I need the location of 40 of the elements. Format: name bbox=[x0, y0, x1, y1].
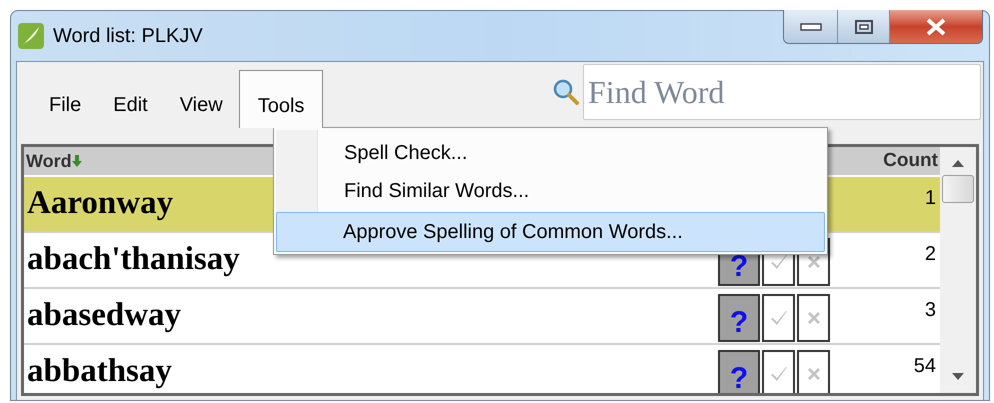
minimize-button[interactable] bbox=[784, 10, 838, 43]
scrollbar-thumb[interactable] bbox=[942, 175, 974, 203]
count-cell-text: 1 bbox=[924, 186, 937, 211]
menu-item[interactable]: Edit bbox=[97, 70, 164, 128]
search-field[interactable]: Find Word bbox=[583, 64, 981, 120]
count-cell-text: 54 bbox=[912, 354, 937, 379]
sort-arrow-icon bbox=[72, 155, 82, 167]
maximize-icon bbox=[854, 18, 874, 34]
window-title: Word list: PLKJV bbox=[53, 24, 203, 49]
approve-button[interactable] bbox=[762, 294, 795, 342]
column-header[interactable]: Word bbox=[24, 148, 72, 174]
x-icon bbox=[808, 368, 820, 380]
menu-item[interactable]: File bbox=[33, 70, 98, 128]
reject-button[interactable] bbox=[797, 294, 830, 342]
word-cell-text: abach'thanisay bbox=[26, 240, 240, 280]
check-icon bbox=[770, 367, 786, 381]
word-cell-text: abasedway bbox=[26, 296, 182, 336]
reject-button[interactable] bbox=[797, 350, 830, 393]
search-icon bbox=[551, 77, 581, 107]
menu-option[interactable]: Approve Spelling of Common Words... bbox=[276, 212, 825, 252]
menu-item[interactable]: Tools bbox=[238, 70, 324, 128]
close-icon bbox=[924, 18, 948, 36]
menu-option[interactable]: Find Similar Words... bbox=[276, 172, 825, 210]
minimize-icon bbox=[800, 22, 822, 32]
maximize-button[interactable] bbox=[838, 10, 890, 43]
scroll-down-icon[interactable] bbox=[952, 373, 964, 381]
count-cell-text: 3 bbox=[924, 298, 937, 323]
approve-button[interactable] bbox=[762, 350, 795, 393]
x-icon bbox=[808, 256, 820, 268]
quill-icon bbox=[17, 22, 45, 50]
word-cell-text: Aaronway bbox=[26, 184, 174, 224]
close-button[interactable] bbox=[890, 10, 982, 43]
column-header[interactable]: Count bbox=[883, 147, 940, 176]
word-cell-text: abbathsay bbox=[26, 352, 172, 392]
count-cell-text: 2 bbox=[924, 242, 937, 267]
x-icon bbox=[808, 312, 820, 324]
menu-option[interactable]: Spell Check... bbox=[276, 134, 825, 172]
menu-item[interactable]: View bbox=[164, 70, 239, 128]
scroll-up-icon[interactable] bbox=[952, 159, 964, 167]
check-icon bbox=[770, 311, 786, 325]
